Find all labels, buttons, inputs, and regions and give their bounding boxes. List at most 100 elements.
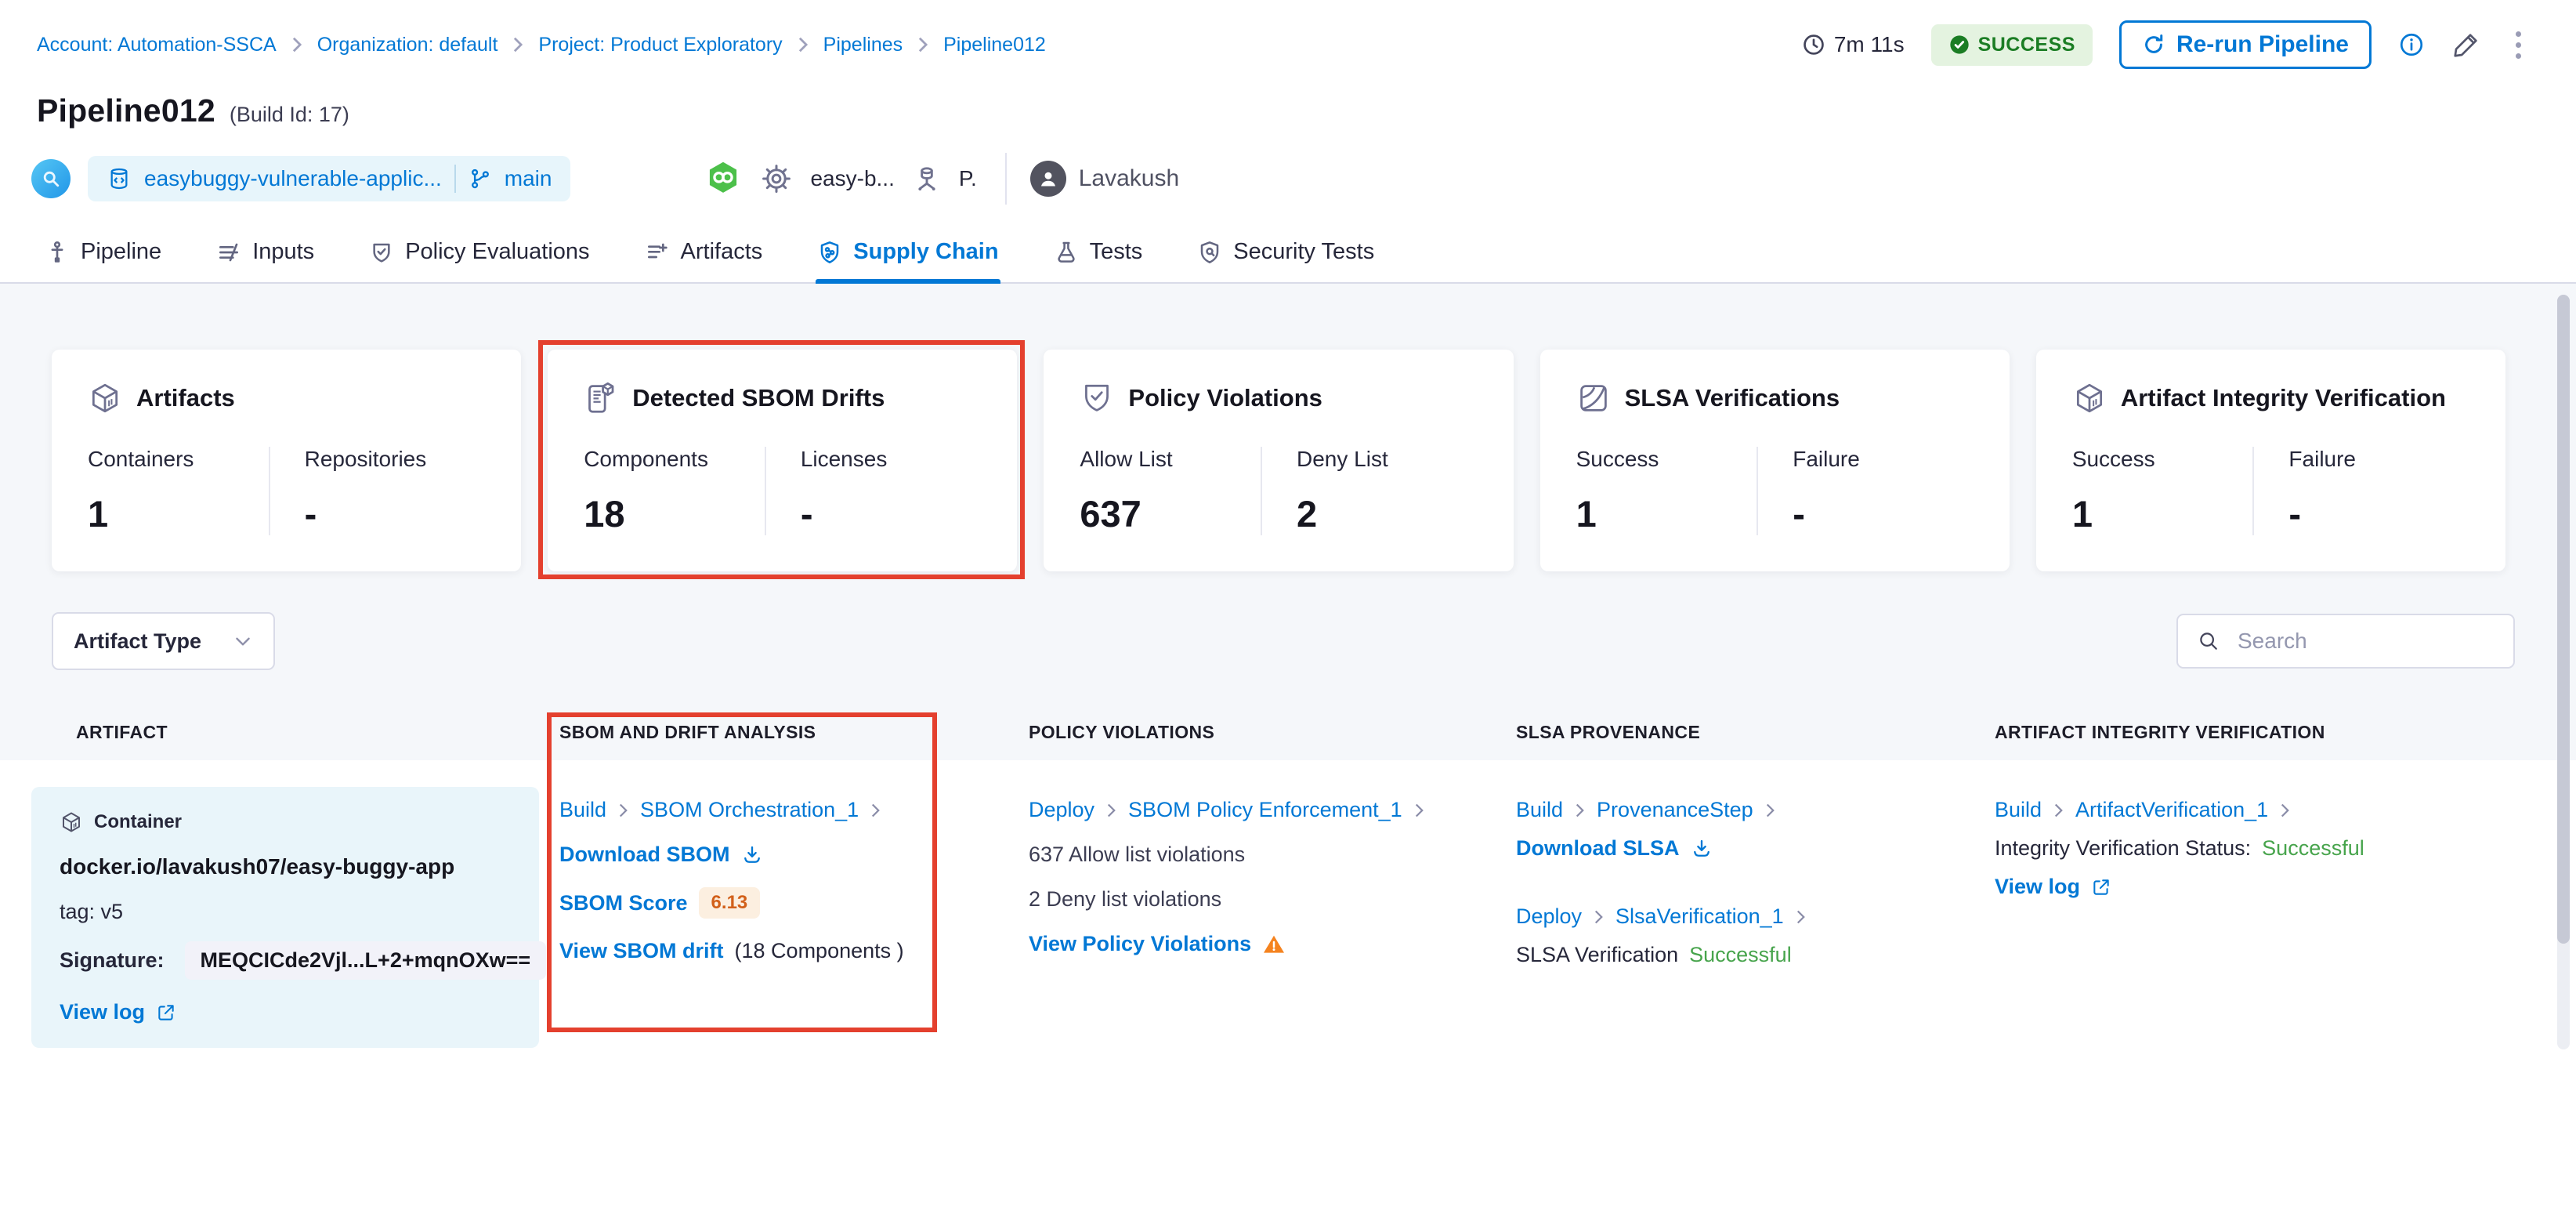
artifact-type-text: Container bbox=[94, 811, 182, 833]
tab-artifacts[interactable]: Artifacts bbox=[643, 228, 765, 282]
view-log-link[interactable]: View log bbox=[1995, 875, 2111, 899]
repository-name: easybuggy-vulnerable-applic... bbox=[144, 166, 442, 191]
view-policy-violations-link[interactable]: View Policy Violations bbox=[1029, 932, 1251, 956]
sbom-drift-count: (18 Components ) bbox=[735, 939, 904, 963]
triggered-by-user: Lavakush bbox=[1030, 161, 1179, 197]
tab-label: Policy Evaluations bbox=[405, 239, 589, 265]
slsa-icon bbox=[1576, 381, 1611, 415]
slsa-verification-status: Successful bbox=[1689, 943, 1792, 967]
card-title: SLSA Verifications bbox=[1625, 384, 1840, 412]
step-link[interactable]: SBOM Policy Enforcement_1 bbox=[1128, 798, 1402, 822]
scrollbar-thumb[interactable] bbox=[2557, 295, 2570, 944]
breadcrumb-pipeline012[interactable]: Pipeline012 bbox=[943, 34, 1046, 56]
card-artifact-integrity-verification: Artifact Integrity Verification Success … bbox=[2036, 350, 2505, 571]
step-link[interactable]: SBOM Orchestration_1 bbox=[640, 798, 859, 822]
breadcrumb-pipelines[interactable]: Pipelines bbox=[823, 34, 903, 56]
supply-chain-content: Artifacts Containers 1 Repositories - De… bbox=[0, 284, 2576, 1057]
card-metric-label: Success bbox=[1576, 447, 1757, 472]
shield-check-icon bbox=[369, 240, 394, 265]
container-cube-icon bbox=[60, 810, 83, 834]
column-header-policy: POLICY VIOLATIONS bbox=[1029, 722, 1516, 743]
breadcrumb-organization[interactable]: Organization: default bbox=[317, 34, 498, 56]
tab-label: Tests bbox=[1090, 239, 1143, 265]
vertical-scrollbar bbox=[2557, 295, 2570, 1049]
page-title: Pipeline012 bbox=[37, 92, 215, 129]
tab-pipeline[interactable]: Pipeline bbox=[43, 228, 163, 282]
branch-name[interactable]: main bbox=[505, 166, 552, 191]
table-header-row: ARTIFACT SBOM AND DRIFT ANALYSIS POLICY … bbox=[0, 722, 2576, 743]
card-title: Artifacts bbox=[136, 384, 235, 412]
top-bar: Account: Automation-SSCA Organization: d… bbox=[0, 0, 2576, 69]
more-options-kebab-icon[interactable] bbox=[2508, 28, 2529, 62]
card-metric-label: Repositories bbox=[305, 447, 486, 472]
deny-list-violations: 2 Deny list violations bbox=[1029, 887, 1492, 912]
card-metric-label: Licenses bbox=[801, 447, 982, 472]
artifact-type-dropdown[interactable]: Artifact Type bbox=[52, 612, 275, 670]
card-title: Artifact Integrity Verification bbox=[2121, 384, 2446, 412]
download-sbom-link[interactable]: Download SBOM bbox=[559, 843, 763, 867]
card-metric-label: Allow List bbox=[1080, 447, 1261, 472]
tab-security-tests[interactable]: Security Tests bbox=[1196, 228, 1376, 282]
stage-link[interactable]: Deploy bbox=[1029, 798, 1094, 822]
chevron-right-icon bbox=[1413, 803, 1425, 818]
rerun-pipeline-button[interactable]: Re-run Pipeline bbox=[2119, 20, 2372, 69]
step-link[interactable]: SlsaVerification_1 bbox=[1615, 904, 1784, 929]
webhook-hexagon-icon bbox=[704, 159, 743, 198]
stage-link[interactable]: Deploy bbox=[1516, 904, 1582, 929]
tab-inputs[interactable]: Inputs bbox=[215, 228, 316, 282]
card-metric-label: Containers bbox=[88, 447, 269, 472]
tab-policy-evaluations[interactable]: Policy Evaluations bbox=[367, 228, 591, 282]
signature-label: Signature: bbox=[60, 948, 165, 973]
card-metric-value: 1 bbox=[1576, 492, 1757, 535]
view-log-label: View log bbox=[60, 1000, 145, 1024]
view-sbom-drift-link[interactable]: View SBOM drift bbox=[559, 939, 724, 963]
download-icon bbox=[1691, 838, 1713, 860]
step-link[interactable]: ProvenanceStep bbox=[1597, 798, 1753, 822]
chevron-right-icon bbox=[617, 803, 629, 818]
repository-chip[interactable]: easybuggy-vulnerable-applic... main bbox=[88, 156, 570, 201]
card-metric-value: 1 bbox=[88, 492, 269, 535]
sbom-cell: Build SBOM Orchestration_1 Download SBOM… bbox=[548, 787, 1029, 1048]
cube-icon bbox=[2072, 381, 2107, 415]
sbom-score-link[interactable]: SBOM Score bbox=[559, 891, 688, 915]
allow-list-violations: 637 Allow list violations bbox=[1029, 843, 1492, 867]
list-plus-icon bbox=[645, 240, 670, 265]
artifact-tag: tag: v5 bbox=[60, 900, 511, 924]
search-input[interactable] bbox=[2236, 628, 2495, 654]
refresh-icon bbox=[2142, 33, 2165, 56]
pipeline-meta-row: easybuggy-vulnerable-applic... main easy… bbox=[0, 129, 2576, 205]
edit-pencil-icon[interactable] bbox=[2451, 30, 2481, 60]
breadcrumb: Account: Automation-SSCA Organization: d… bbox=[37, 34, 1046, 56]
artifact-type-label: Artifact Type bbox=[74, 629, 201, 654]
chevron-right-icon bbox=[2279, 803, 2291, 818]
user-avatar bbox=[1030, 161, 1066, 197]
gear-icon bbox=[760, 162, 793, 195]
chevron-right-icon bbox=[2053, 803, 2064, 818]
integrity-status-label: Integrity Verification Status: bbox=[1995, 836, 2251, 861]
stage-link[interactable]: Build bbox=[1995, 798, 2042, 822]
info-icon[interactable] bbox=[2398, 31, 2425, 58]
tab-supply-chain[interactable]: Supply Chain bbox=[816, 228, 1000, 282]
codebase-scan-icon bbox=[31, 159, 71, 198]
card-metric-value: - bbox=[801, 492, 982, 535]
download-slsa-link[interactable]: Download SLSA bbox=[1516, 836, 1713, 861]
chevron-right-icon bbox=[1574, 803, 1586, 818]
run-duration: 7m 11s bbox=[1801, 32, 1905, 57]
integrity-cell: Build ArtifactVerification_1 Integrity V… bbox=[1995, 787, 2521, 1048]
artifact-cell: Container docker.io/lavakush07/easy-bugg… bbox=[31, 787, 539, 1048]
card-metric-value: - bbox=[305, 492, 486, 535]
card-detected-sbom-drifts: Detected SBOM Drifts Components 18 Licen… bbox=[548, 350, 1017, 571]
artifacts-table: ARTIFACT SBOM AND DRIFT ANALYSIS POLICY … bbox=[0, 722, 2576, 1207]
stage-link[interactable]: Build bbox=[559, 798, 606, 822]
chevron-right-icon bbox=[1593, 909, 1605, 925]
column-header-artifact: ARTIFACT bbox=[31, 722, 548, 743]
stage-link[interactable]: Build bbox=[1516, 798, 1563, 822]
breadcrumb-account[interactable]: Account: Automation-SSCA bbox=[37, 34, 277, 56]
step-link[interactable]: ArtifactVerification_1 bbox=[2075, 798, 2268, 822]
policy-cell: Deploy SBOM Policy Enforcement_1 637 All… bbox=[1029, 787, 1516, 1048]
view-log-link[interactable]: View log bbox=[60, 1000, 176, 1024]
tab-label: Artifacts bbox=[681, 239, 763, 265]
tab-tests[interactable]: Tests bbox=[1052, 228, 1145, 282]
chevron-right-icon bbox=[797, 36, 809, 53]
breadcrumb-project[interactable]: Project: Product Exploratory bbox=[538, 34, 782, 56]
